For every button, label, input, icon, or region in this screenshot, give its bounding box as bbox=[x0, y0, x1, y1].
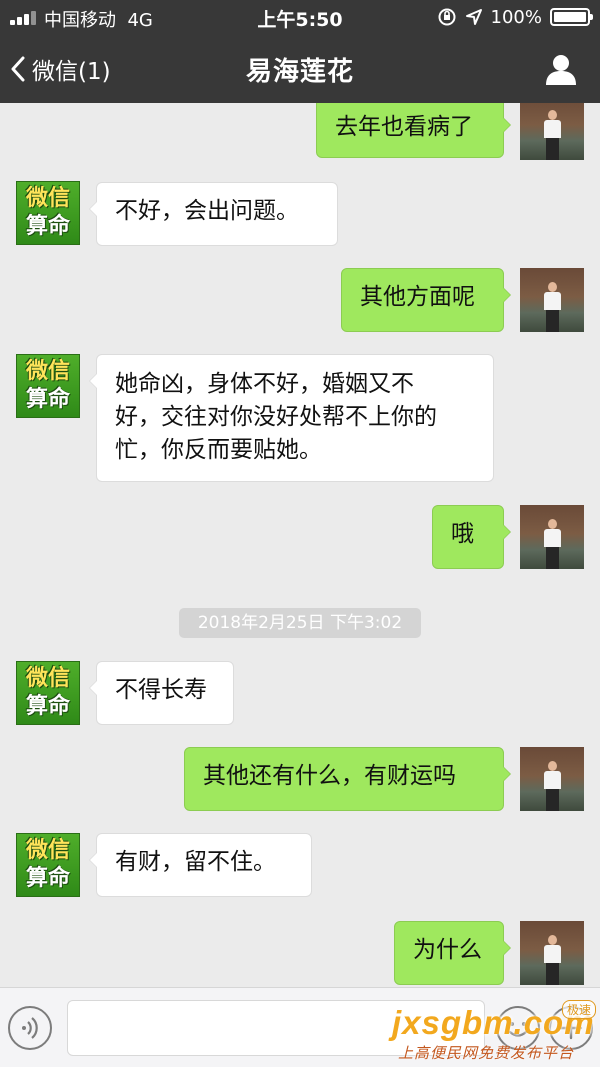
message-text: 不得长寿 bbox=[115, 677, 207, 703]
battery-fill bbox=[554, 12, 586, 22]
message-timestamp: 2018年2月25日 下午3:02 bbox=[179, 608, 421, 638]
top-header: 中国移动 4G 上午5:50 100% 微信(1) 易海莲花 bbox=[0, 0, 600, 103]
contact-avatar[interactable]: 微信 算命 bbox=[16, 354, 80, 418]
battery-icon bbox=[550, 8, 593, 26]
my-avatar[interactable] bbox=[520, 747, 584, 811]
message-text: 其他还有什么，有财运吗 bbox=[203, 763, 456, 789]
message-line: 好，交往对你没好处帮不上你的 bbox=[115, 404, 437, 430]
my-avatar[interactable] bbox=[520, 505, 584, 569]
status-right: 100% bbox=[437, 5, 593, 29]
message-bubble-received[interactable]: 不得长寿 bbox=[89, 661, 234, 725]
contact-avatar[interactable]: 微信 算命 bbox=[16, 833, 80, 897]
avatar-text-1: 微信 bbox=[25, 186, 70, 211]
chevron-left-icon bbox=[11, 56, 25, 82]
message-bubble-received[interactable]: 不好，会出问题。 bbox=[89, 182, 338, 246]
location-arrow-icon bbox=[465, 9, 482, 25]
voice-icon bbox=[22, 1017, 38, 1039]
avatar-text-2: 算命 bbox=[25, 214, 70, 239]
message-bubble-sent[interactable]: 哦 bbox=[432, 505, 511, 569]
message-bubble-sent[interactable]: 其他方面呢 bbox=[341, 268, 511, 332]
message-text: 去年也看病了 bbox=[335, 114, 473, 140]
message-text: 哦 bbox=[451, 521, 474, 547]
battery-percent: 100% bbox=[490, 6, 542, 28]
plus-icon bbox=[559, 1016, 583, 1040]
message-bubble-sent[interactable]: 其他还有什么，有财运吗 bbox=[184, 747, 511, 811]
input-bar bbox=[0, 987, 600, 1067]
message-bubble-sent[interactable]: 为什么 bbox=[394, 921, 511, 985]
person-icon bbox=[553, 55, 569, 71]
emoji-button[interactable] bbox=[496, 1006, 540, 1050]
message-text: 有财，留不住。 bbox=[115, 849, 276, 875]
message-text: 其他方面呢 bbox=[360, 284, 475, 310]
avatar-text-1: 微信 bbox=[25, 666, 70, 691]
my-avatar[interactable] bbox=[520, 103, 584, 160]
message-bubble-received[interactable]: 有财，留不住。 bbox=[89, 833, 312, 897]
back-label: 微信(1) bbox=[32, 59, 111, 85]
message-input[interactable] bbox=[67, 1000, 485, 1056]
contact-avatar[interactable]: 微信 算命 bbox=[16, 661, 80, 725]
avatar-text-2: 算命 bbox=[25, 694, 70, 719]
my-avatar[interactable] bbox=[520, 268, 584, 332]
avatar-text-1: 微信 bbox=[25, 359, 70, 384]
message-line: 忙，你反而要贴她。 bbox=[115, 437, 322, 463]
nav-bar: 微信(1) 易海莲花 bbox=[0, 36, 600, 103]
more-button[interactable] bbox=[549, 1006, 593, 1050]
message-text: 为什么 bbox=[413, 937, 482, 963]
contact-avatar[interactable]: 微信 算命 bbox=[16, 181, 80, 245]
message-bubble-sent[interactable]: 去年也看病了 bbox=[316, 103, 511, 158]
message-list[interactable]: 去年也看病了 微信 算命 不好，会出问题。 其他方面呢 微信 算命 她命凶，身体… bbox=[0, 103, 600, 987]
avatar-text-1: 微信 bbox=[25, 838, 70, 863]
status-bar: 中国移动 4G 上午5:50 100% bbox=[0, 0, 600, 36]
orientation-lock-icon bbox=[438, 8, 456, 26]
message-bubble-received[interactable]: 她命凶，身体不好，婚姻又不 好，交往对你没好处帮不上你的 忙，你反而要贴她。 bbox=[89, 354, 494, 482]
avatar-text-2: 算命 bbox=[25, 387, 70, 412]
message-line: 她命凶，身体不好，婚姻又不 bbox=[115, 371, 414, 397]
profile-button[interactable] bbox=[544, 52, 578, 86]
back-button[interactable]: 微信(1) bbox=[10, 52, 111, 86]
message-text: 不好，会出问题。 bbox=[115, 198, 299, 224]
my-avatar[interactable] bbox=[520, 921, 584, 985]
avatar-text-2: 算命 bbox=[25, 866, 70, 891]
emoji-icon bbox=[508, 1022, 528, 1037]
chat-title: 易海莲花 bbox=[245, 57, 354, 87]
voice-button[interactable] bbox=[8, 1006, 52, 1050]
